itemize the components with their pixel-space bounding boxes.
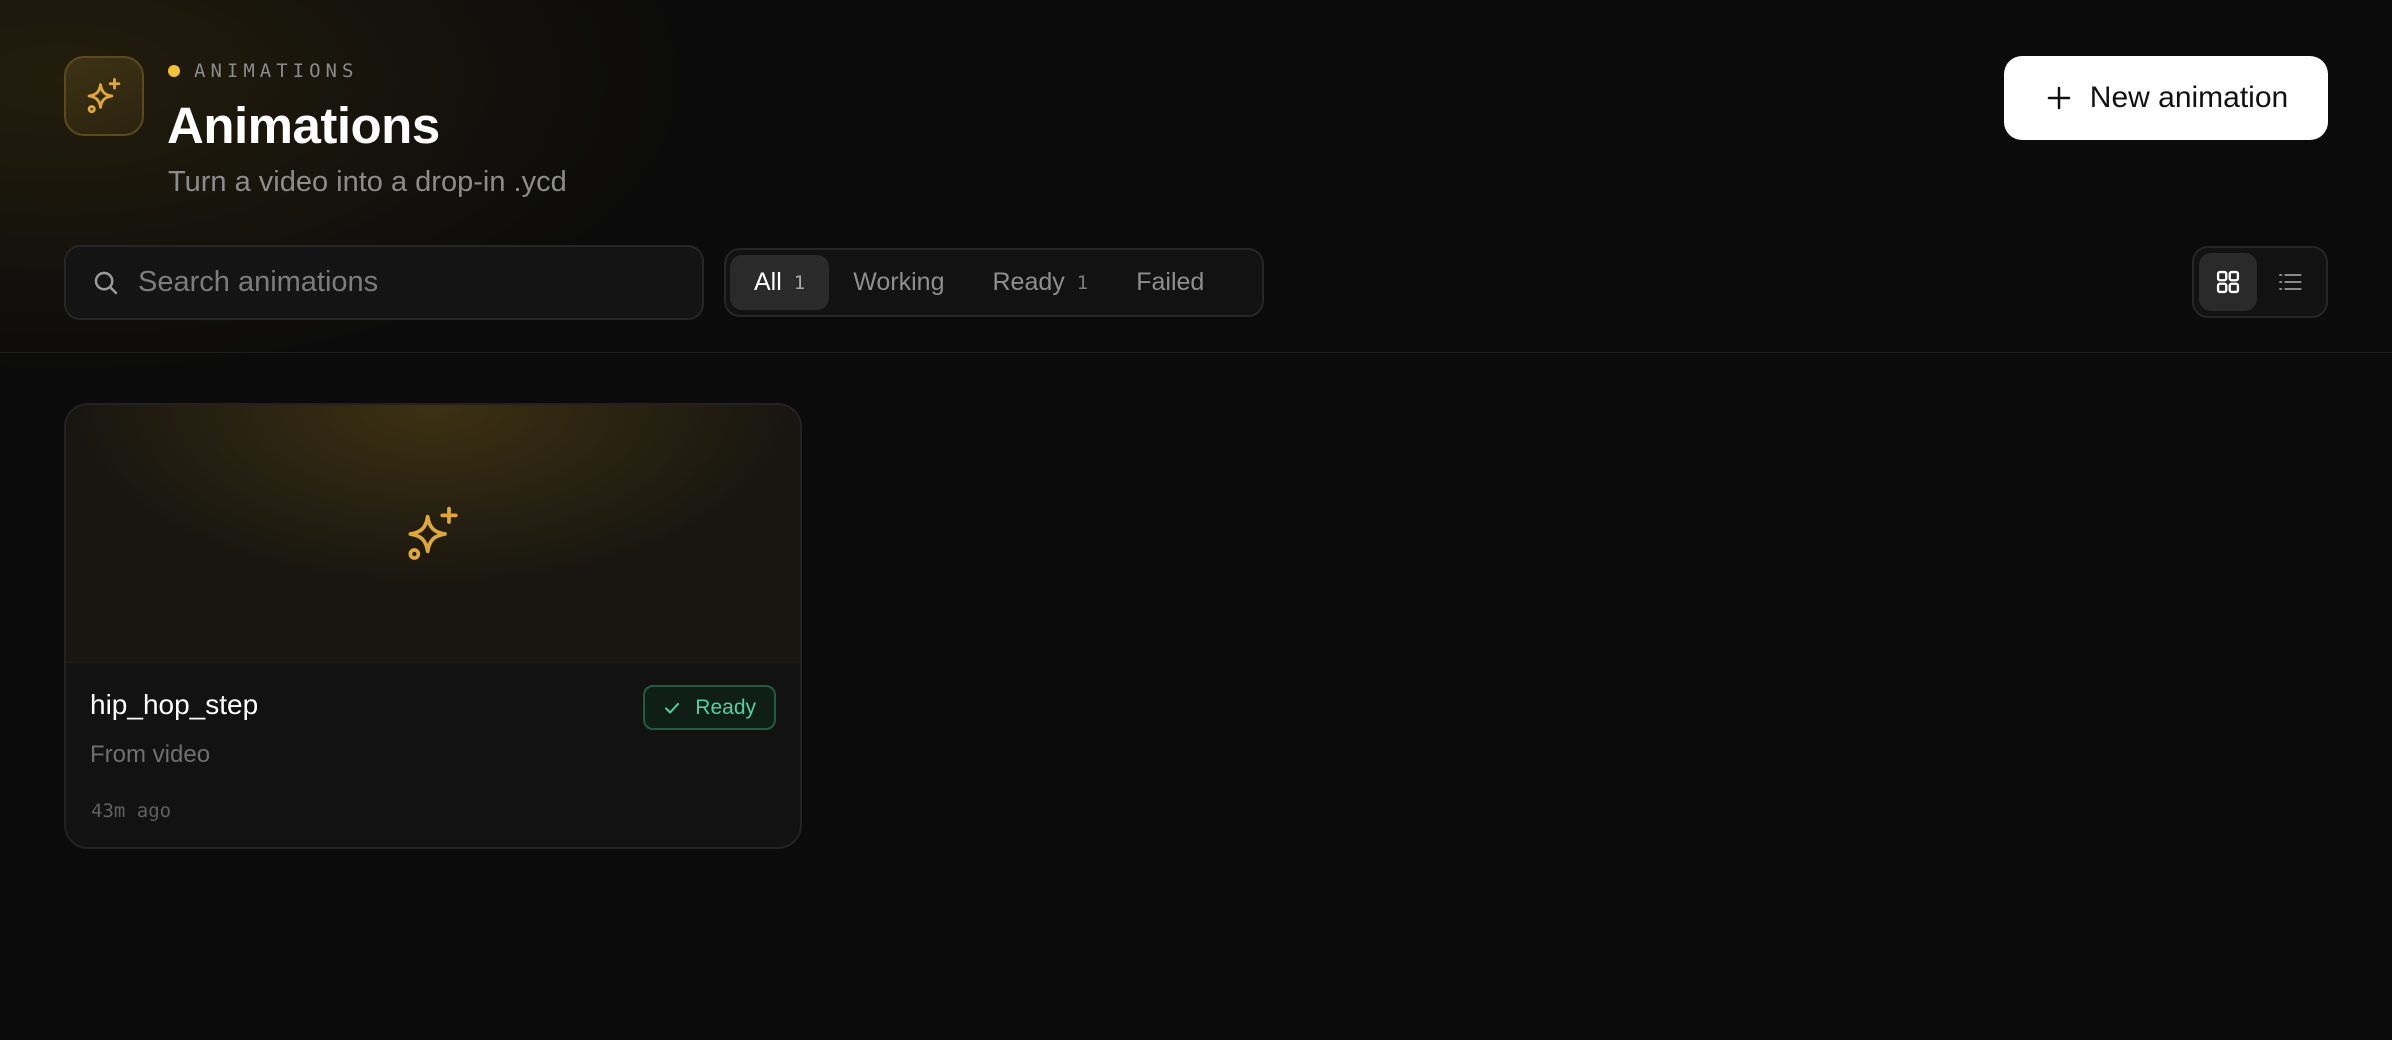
app-logo <box>64 56 144 136</box>
search-box[interactable] <box>64 245 704 320</box>
eyebrow-label: ANIMATIONS <box>194 60 359 82</box>
view-mode-toggle <box>2192 246 2328 318</box>
filter-tab-label: Failed <box>1136 268 1205 296</box>
grid-view-icon <box>2216 270 2240 294</box>
list-view-button[interactable] <box>2261 253 2319 311</box>
page-header: ANIMATIONS Animations Turn a video into … <box>0 0 2392 353</box>
app-root: ANIMATIONS Animations Turn a video into … <box>0 0 2392 1040</box>
page-subtitle: Turn a video into a drop-in .ycd <box>168 166 567 198</box>
filter-tab-failed[interactable]: Failed <box>1112 255 1228 310</box>
filter-tab-label: Working <box>853 268 945 296</box>
new-animation-button[interactable]: New animation <box>2004 56 2328 140</box>
eyebrow: ANIMATIONS <box>168 60 358 82</box>
check-icon <box>665 702 680 713</box>
page-title: Animations <box>167 97 440 154</box>
status-label: Ready <box>695 695 756 719</box>
card-source: From video <box>90 741 211 768</box>
filter-tab-all[interactable]: All 1 <box>730 255 830 310</box>
filter-count: 1 <box>1076 271 1089 294</box>
status-badge: Ready <box>643 685 776 730</box>
grid-view-button[interactable] <box>2199 253 2257 311</box>
plus-icon <box>2047 86 2071 110</box>
filter-tab-ready[interactable]: Ready 1 <box>969 255 1113 310</box>
status-filter-tabs: All 1 Working Ready 1 Failed <box>724 248 1264 317</box>
filter-tab-label: All <box>754 268 782 296</box>
sparkles-icon <box>87 77 121 114</box>
animation-card[interactable]: hip_hop_step Ready From video 43m ago <box>64 403 802 849</box>
sparkles-icon <box>408 506 458 560</box>
filter-count: 1 <box>793 271 806 294</box>
card-timestamp: 43m ago <box>91 800 172 822</box>
search-icon <box>90 267 122 299</box>
card-title: hip_hop_step <box>90 689 259 720</box>
list-view-icon <box>2279 273 2302 291</box>
search-input[interactable] <box>138 266 678 299</box>
new-animation-label: New animation <box>2089 81 2289 114</box>
card-thumbnail <box>66 405 800 663</box>
filter-tab-label: Ready <box>992 268 1065 296</box>
filter-tab-working[interactable]: Working <box>829 255 968 310</box>
status-dot <box>168 65 180 77</box>
